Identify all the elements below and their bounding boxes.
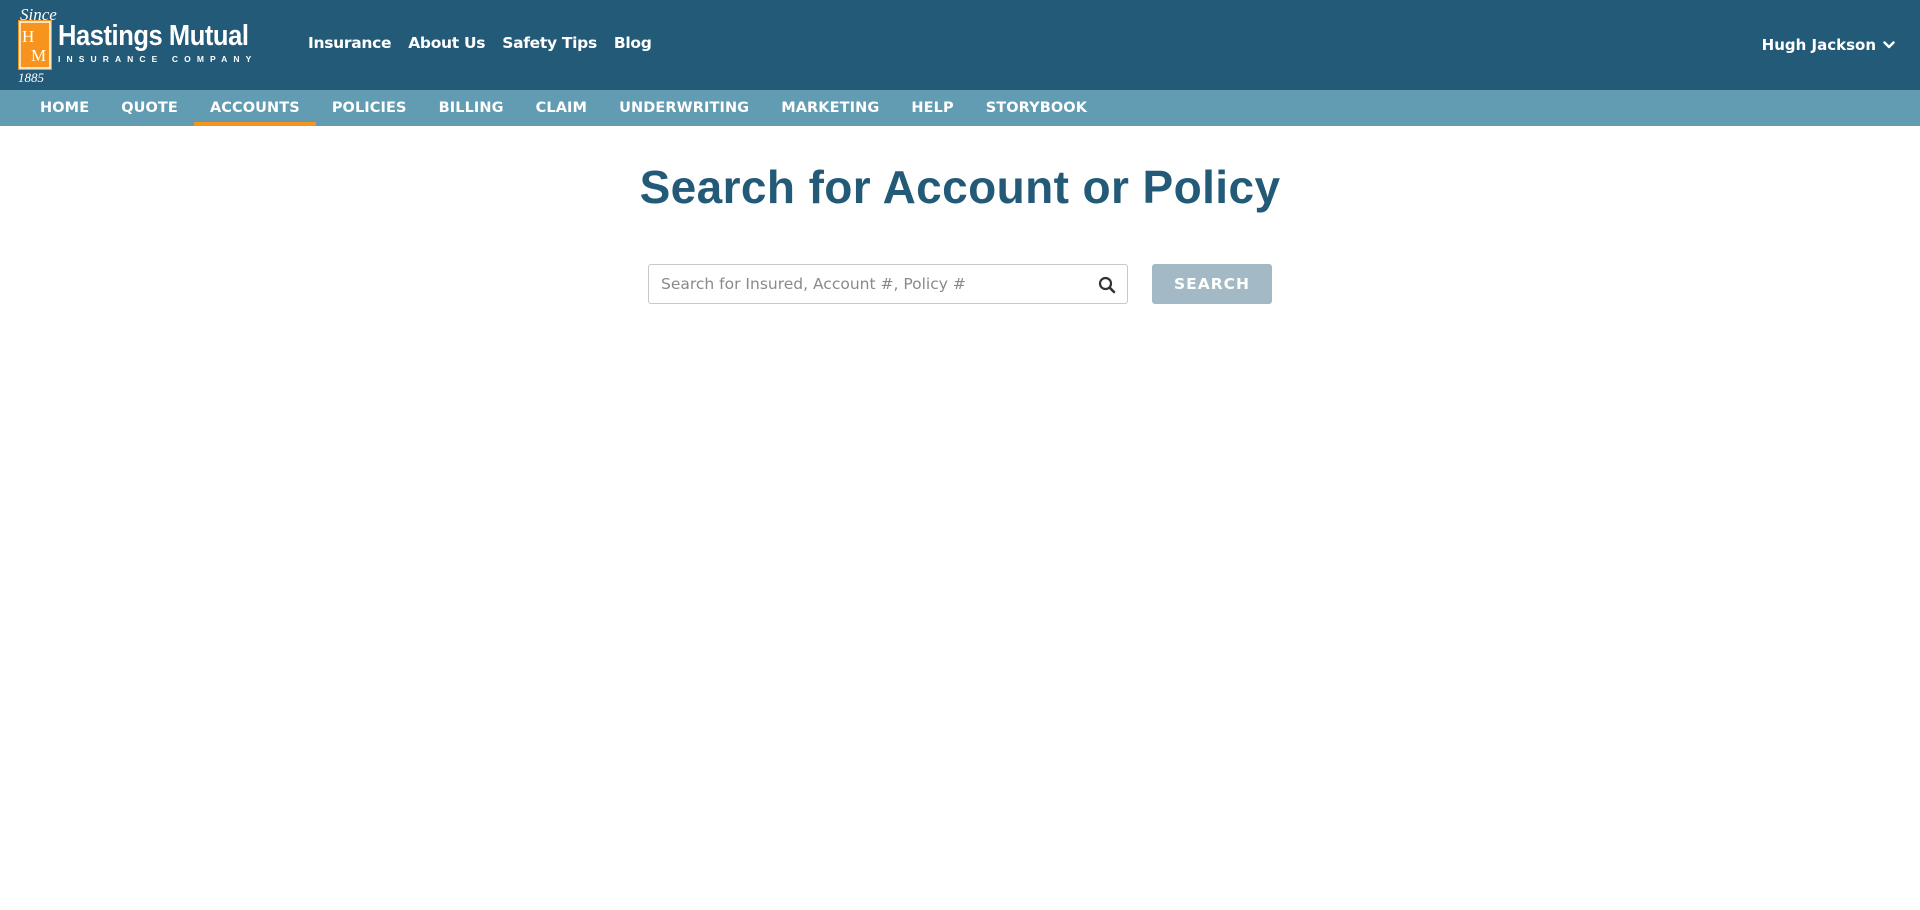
main-nav: HOME QUOTE ACCOUNTS POLICIES BILLING CLA… <box>0 90 1920 126</box>
svg-text:1885: 1885 <box>18 70 45 84</box>
top-nav-about-us[interactable]: About Us <box>408 34 485 52</box>
nav-tab-storybook[interactable]: STORYBOOK <box>970 90 1103 126</box>
nav-tab-policies[interactable]: POLICIES <box>316 90 423 126</box>
brand-subtitle: INSURANCE COMPANY <box>58 54 258 64</box>
top-nav-insurance[interactable]: Insurance <box>308 34 392 52</box>
nav-tab-quote[interactable]: QUOTE <box>105 90 194 126</box>
search-box <box>648 264 1128 304</box>
nav-tab-marketing[interactable]: MARKETING <box>765 90 895 126</box>
user-menu[interactable]: Hugh Jackson <box>1762 36 1895 54</box>
hm-logo-mark: Since H M 1885 <box>18 6 57 84</box>
chevron-down-icon <box>1883 41 1895 49</box>
nav-tab-home[interactable]: HOME <box>24 90 105 126</box>
nav-tab-billing[interactable]: BILLING <box>423 90 520 126</box>
nav-tab-underwriting[interactable]: UNDERWRITING <box>603 90 765 126</box>
top-nav: Insurance About Us Safety Tips Blog <box>308 34 652 52</box>
nav-tab-help[interactable]: HELP <box>895 90 969 126</box>
svg-text:Since: Since <box>20 6 57 24</box>
svg-text:M: M <box>31 46 46 65</box>
top-nav-blog[interactable]: Blog <box>614 34 652 52</box>
nav-tab-accounts[interactable]: ACCOUNTS <box>193 90 316 126</box>
brand-name: Hastings Mutual <box>58 20 249 52</box>
top-nav-safety-tips[interactable]: Safety Tips <box>502 34 597 52</box>
page-title: Search for Account or Policy <box>639 161 1281 213</box>
nav-tab-claim[interactable]: CLAIM <box>520 90 603 126</box>
search-input[interactable] <box>649 265 1089 303</box>
search-button[interactable]: SEARCH <box>1152 264 1272 304</box>
hastings-mutual-logo[interactable]: Since H M 1885 Hastings Mutual INSURANCE… <box>12 6 262 84</box>
search-icon[interactable] <box>1097 275 1117 295</box>
top-header: Since H M 1885 Hastings Mutual INSURANCE… <box>0 0 1920 90</box>
user-name: Hugh Jackson <box>1761 36 1876 54</box>
svg-text:H: H <box>22 27 34 46</box>
